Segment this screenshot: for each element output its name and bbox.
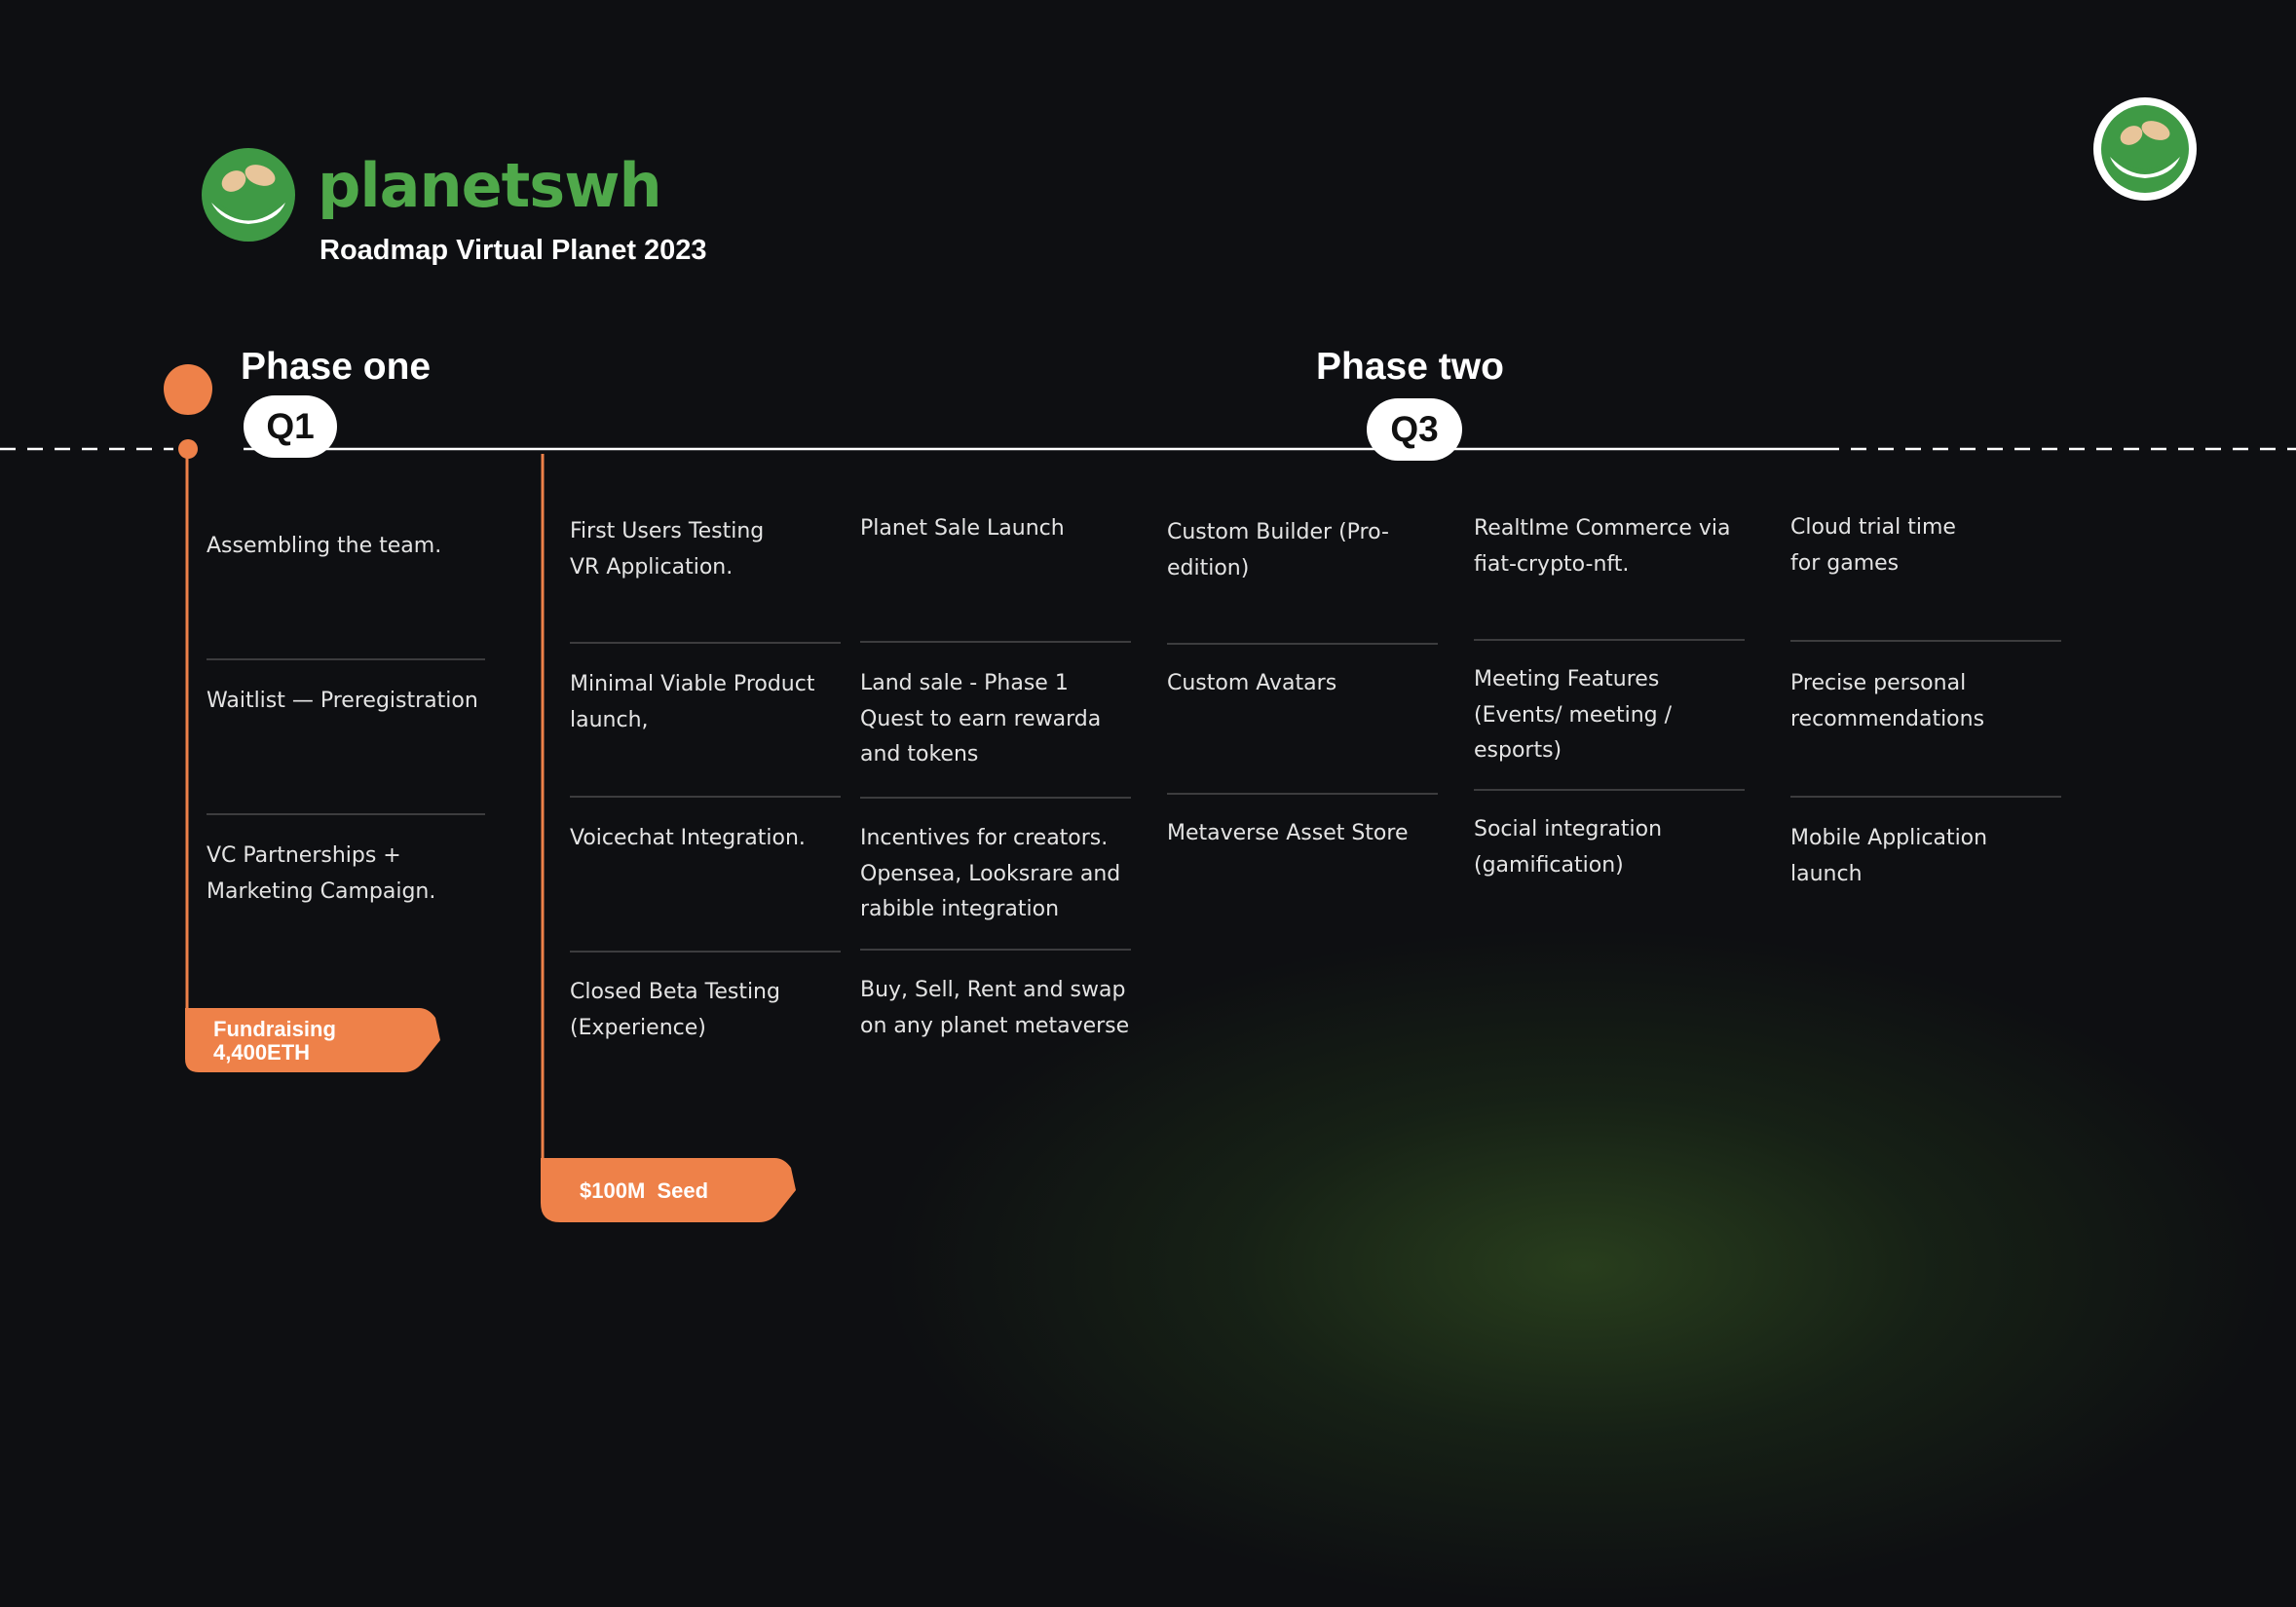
item-divider (570, 796, 841, 798)
fundraising-tag-label: Fundraising 4,400ETH (213, 1017, 336, 1065)
roadmap-item: RealtIme Commerce via fiat-crypto-nft. (1474, 516, 1731, 577)
item-divider (1790, 796, 2061, 798)
roadmap-item: Voicechat Integration. (570, 826, 806, 850)
location-pin-icon (164, 364, 212, 415)
roadmap-subtitle: Roadmap Virtual Planet 2023 (320, 235, 707, 266)
roadmap-item: Cloud trial time for games (1790, 515, 1956, 576)
item-divider (207, 813, 485, 815)
roadmap-item: Assembling the team. (207, 534, 442, 558)
phase-one-title: Phase one (241, 346, 432, 388)
roadmap-item: Custom Builder (Pro- edition) (1167, 520, 1389, 580)
roadmap-item: Custom Avatars (1167, 671, 1337, 695)
roadmap-item: Social integration (gamification) (1474, 817, 1663, 878)
brand-name: planetswh (318, 150, 662, 221)
roadmap-item: Planet Sale Launch (860, 516, 1065, 541)
roadmap-item: Precise personal recommendations (1790, 671, 1985, 731)
item-divider (860, 949, 1131, 951)
item-divider (1167, 793, 1438, 795)
quarter-badge-q1: Q1 (244, 395, 337, 458)
item-divider (570, 951, 841, 953)
roadmap-item: Waitlist — Preregistration (207, 689, 478, 713)
phase-two-title: Phase two (1316, 346, 1504, 388)
roadmap-item: Buy, Sell, Rent and swap on any planet m… (860, 978, 1130, 1038)
quarter-badge-q3: Q3 (1367, 398, 1462, 461)
roadmap-item: VC Partnerships + Marketing Campaign. (207, 843, 436, 904)
corner-logo-icon (2092, 96, 2198, 202)
item-divider (860, 797, 1131, 799)
item-divider (1167, 643, 1438, 645)
roadmap-item: Meeting Features (Events/ meeting / espo… (1474, 667, 1673, 763)
item-divider (1790, 640, 2061, 642)
roadmap-item: Incentives for creators. Opensea, Looksr… (860, 826, 1121, 921)
item-divider (570, 642, 841, 644)
roadmap-item: Minimal Viable Product launch, (570, 672, 815, 732)
item-divider (207, 658, 485, 660)
seed-tag-label: $100M Seed (580, 1178, 709, 1203)
item-divider (1474, 789, 1745, 791)
roadmap-item: Land sale - Phase 1 Quest to earn reward… (860, 671, 1102, 766)
roadmap-item: Closed Beta Testing (Experience) (570, 980, 780, 1040)
roadmap-item: Metaverse Asset Store (1167, 821, 1409, 845)
item-divider (1474, 639, 1745, 641)
roadmap-item: Mobile Application launch (1790, 826, 1988, 886)
item-divider (860, 641, 1131, 643)
roadmap-item: First Users Testing VR Application. (570, 519, 765, 579)
planet-logo-icon (200, 146, 297, 243)
